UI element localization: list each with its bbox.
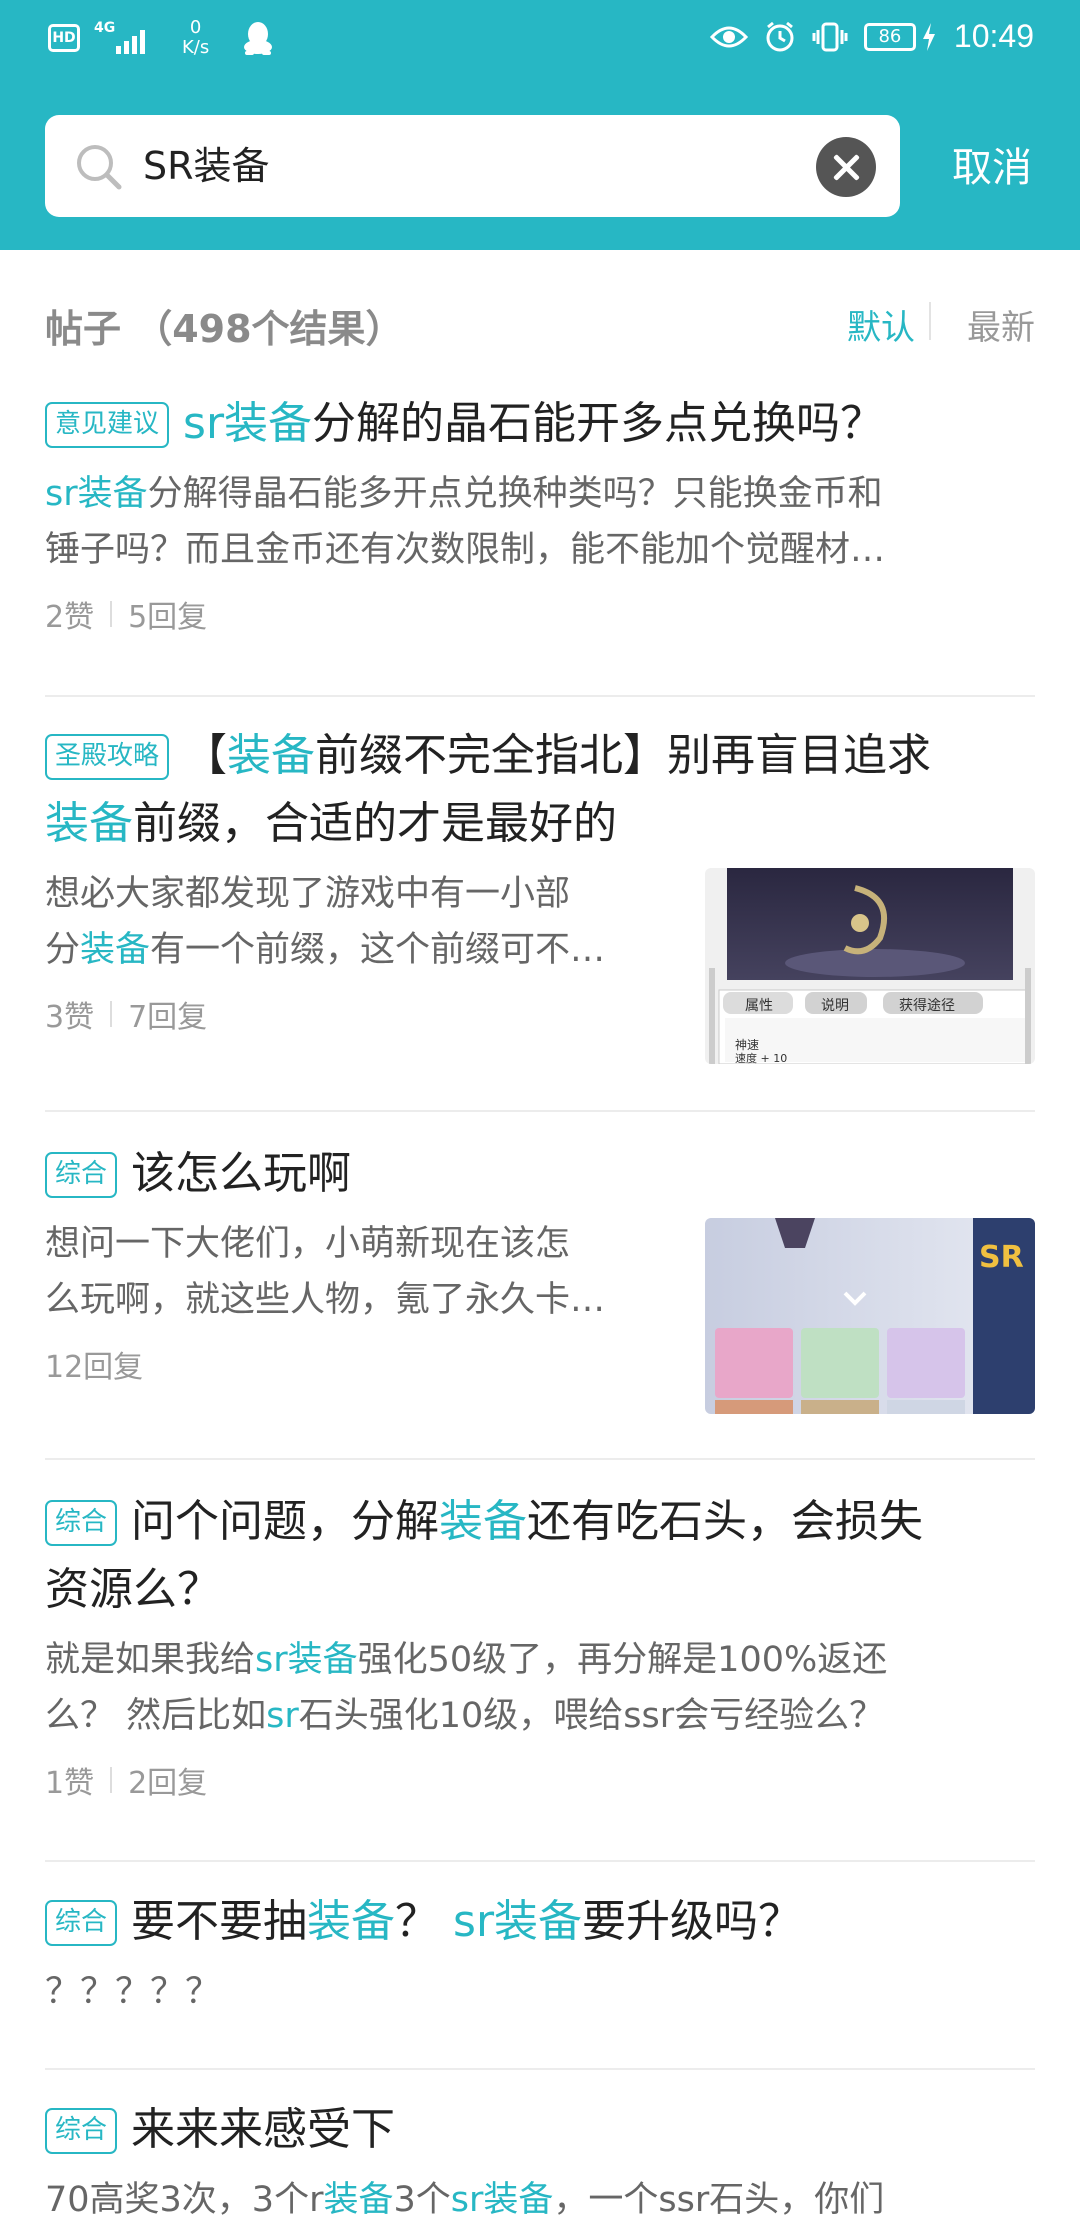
post-title[interactable]: 综合 要不要抽装备？ sr装备要升级吗？ xyxy=(45,1888,1035,1956)
post-item[interactable]: 综合 问个问题，分解装备还有吃石头，会损失 资源么？ 就是如果我给sr装备强化50级… xyxy=(45,1488,1035,1802)
post-meta: 2赞 5回复 xyxy=(45,592,1035,636)
sort-divider xyxy=(929,302,931,340)
status-right: 86 10:49 xyxy=(709,18,1034,55)
post-tag: 意见建议 xyxy=(45,402,170,448)
hd-icon: HD xyxy=(48,24,80,52)
search-input[interactable]: SR装备 xyxy=(45,115,900,217)
results-count-title: 帖子 （498个结果） xyxy=(45,307,404,351)
post-item[interactable]: 综合 该怎么玩啊 想问一下大佬们，小萌新现在该怎 么玩啊，就这些人物，氪了永久卡…… xyxy=(45,1140,1035,1414)
sort-newest-tab[interactable]: 最新 xyxy=(967,300,1035,349)
post-title[interactable]: 综合 该怎么玩啊 xyxy=(45,1140,1035,1208)
post-excerpt: 就是如果我给sr装备强化50级了，再分解是100%返还 么？ 然后比如sr石头强… xyxy=(45,1640,888,1736)
post-item[interactable]: 综合 要不要抽装备？ sr装备要升级吗？ ？？？？？ xyxy=(45,1888,1035,2020)
network-speed: 0 K/s xyxy=(182,17,210,58)
post-divider xyxy=(45,2068,1035,2070)
like-count: 3赞 xyxy=(45,1000,95,1035)
post-tag: 综合 xyxy=(45,1152,118,1198)
post-title[interactable]: 综合 问个问题，分解装备还有吃石头，会损失 资源么？ xyxy=(45,1488,1035,1624)
post-excerpt: 想必大家都发现了游戏中有一小部 分装备有一个前缀，这个前缀可不… xyxy=(45,874,606,970)
like-count: 1赞 xyxy=(45,1766,95,1801)
battery-icon: 86 xyxy=(863,22,916,51)
post-meta: 3赞 7回复 xyxy=(45,992,665,1036)
charging-icon xyxy=(922,22,935,51)
post-tag: 综合 xyxy=(45,2108,118,2154)
post-item[interactable]: 意见建议 sr装备分解的晶石能开多点兑换吗？ sr装备分解得晶石能多开点兑换种类吗… xyxy=(45,390,1035,636)
signal-icon: 4G xyxy=(94,20,154,56)
reply-count: 2回复 xyxy=(128,1766,208,1801)
reply-count: 7回复 xyxy=(128,1000,208,1035)
sort-default-tab[interactable]: 默认 xyxy=(847,300,915,349)
post-thumbnail[interactable]: SR xyxy=(705,1218,1035,1414)
search-icon xyxy=(77,145,122,190)
post-item[interactable]: 圣殿攻略 【装备前缀不完全指北】别再盲目追求 装备前缀，合适的才是最好的 想必大家都… xyxy=(45,722,1035,1064)
post-meta: 12回复 xyxy=(45,1342,665,1386)
cancel-button[interactable]: 取消 xyxy=(952,135,1032,193)
eye-icon xyxy=(709,26,748,47)
post-tag: 圣殿攻略 xyxy=(45,734,170,780)
search-header: HD 4G 0 K/s 86 10:49 SR装备 取消 xyxy=(0,0,1080,250)
status-bar: HD 4G 0 K/s 86 10:49 xyxy=(0,0,1080,82)
post-title[interactable]: 综合 来来来感受下 xyxy=(45,2096,1035,2164)
post-divider xyxy=(45,695,1035,697)
post-meta: 1赞 2回复 xyxy=(45,1758,1035,1802)
post-excerpt: 想问一下大佬们，小萌新现在该怎 么玩啊，就这些人物，氪了永久卡… xyxy=(45,1224,606,1320)
post-tag: 综合 xyxy=(45,1900,118,1946)
post-title[interactable]: 意见建议 sr装备分解的晶石能开多点兑换吗？ xyxy=(45,390,1035,458)
post-divider xyxy=(45,1458,1035,1460)
post-excerpt: sr装备分解得晶石能多开点兑换种类吗？只能换金币和 锤子吗？而且金币还有次数限制… xyxy=(45,474,886,570)
alarm-icon xyxy=(766,21,794,51)
vibrate-icon xyxy=(812,22,848,51)
search-query[interactable]: SR装备 xyxy=(143,115,270,217)
clock: 10:49 xyxy=(953,18,1034,54)
battery-indicator: 86 xyxy=(863,22,936,51)
post-excerpt: ？？？？？ xyxy=(45,1972,221,2012)
post-divider xyxy=(45,1110,1035,1112)
qq-icon xyxy=(244,22,273,55)
clear-search-icon[interactable] xyxy=(816,137,876,197)
post-thumbnail[interactable]: 属性 说明 获得途径 神速 速度 + 10 xyxy=(705,868,1035,1064)
post-title[interactable]: 圣殿攻略 【装备前缀不完全指北】别再盲目追求 装备前缀，合适的才是最好的 xyxy=(45,722,1035,858)
post-divider xyxy=(45,1860,1035,1862)
status-left: HD 4G 0 K/s xyxy=(48,18,275,58)
like-count: 2赞 xyxy=(45,600,95,635)
post-tag: 综合 xyxy=(45,1500,118,1546)
post-excerpt: 70高奖3次，3个r装备3个sr装备，一个ssr石头，你们 xyxy=(45,2180,885,2220)
post-item[interactable]: 综合 来来来感受下 70高奖3次，3个r装备3个sr装备，一个ssr石头，你们 xyxy=(45,2096,1035,2228)
results-header: 帖子 （498个结果） 默认 最新 xyxy=(45,290,1035,351)
reply-count: 5回复 xyxy=(128,600,208,635)
reply-count: 12回复 xyxy=(45,1350,144,1385)
